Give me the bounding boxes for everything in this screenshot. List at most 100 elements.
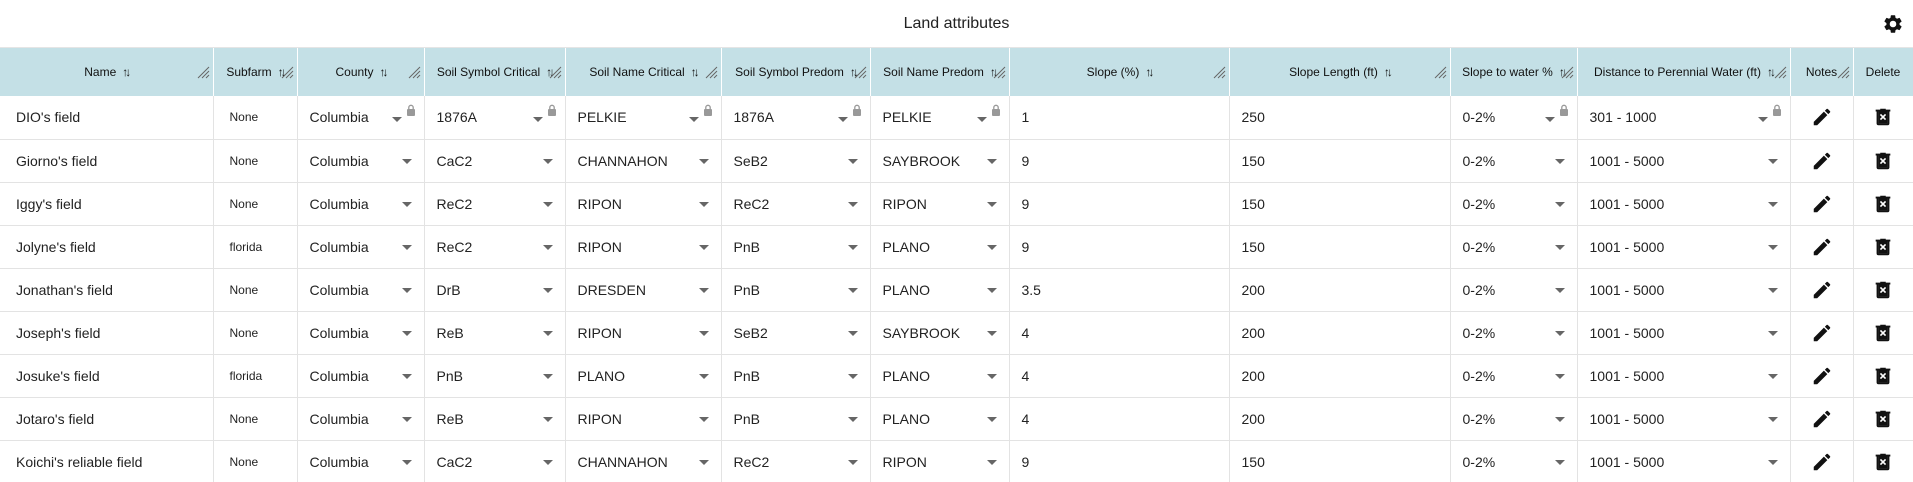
soil-name-predom-select[interactable]: PLANO [870,397,1010,441]
notes-button[interactable] [1790,225,1854,269]
slope-to-water-select[interactable]: 0-2% [1450,139,1578,183]
chevron-down-icon[interactable] [1554,373,1565,379]
chevron-down-icon[interactable] [837,117,848,123]
chevron-down-icon[interactable] [1767,330,1778,336]
chevron-down-icon[interactable] [542,373,553,379]
slope-input[interactable]: 1 [1009,96,1230,140]
soil-symbol-predom-select[interactable]: SeB2 [721,311,871,355]
pencil-icon[interactable] [1811,451,1833,473]
trash-x-icon[interactable] [1872,408,1894,430]
chevron-down-icon[interactable] [1554,158,1565,164]
chevron-down-icon[interactable] [986,416,997,422]
pencil-icon[interactable] [1811,106,1833,128]
chevron-down-icon[interactable] [1554,201,1565,207]
distance-to-water-select[interactable]: 1001 - 5000 [1577,311,1791,355]
distance-to-water-select[interactable]: 1001 - 5000 [1577,268,1791,312]
chevron-down-icon[interactable] [976,117,987,123]
column-resize-icon[interactable] [853,65,867,79]
soil-symbol-predom-select[interactable]: PnB [721,354,871,398]
delete-button[interactable] [1853,139,1913,183]
pencil-icon[interactable] [1811,408,1833,430]
soil-name-predom-select[interactable]: RIPON [870,440,1010,482]
trash-x-icon[interactable] [1872,322,1894,344]
slope-input[interactable]: 9 [1009,225,1230,269]
gear-icon[interactable] [1881,12,1905,36]
soil-name-critical-select[interactable]: CHANNAHON [565,440,722,482]
chevron-down-icon[interactable] [401,330,412,336]
slope-length-input[interactable]: 150 [1229,139,1451,183]
column-resize-icon[interactable] [1836,65,1850,79]
trash-x-icon[interactable] [1872,106,1894,128]
column-header-slope[interactable]: Slope (%) ↑↓ [1009,48,1230,96]
soil-name-critical-select[interactable]: DRESDEN [565,268,722,312]
column-resize-icon[interactable] [1773,65,1787,79]
chevron-down-icon[interactable] [847,330,858,336]
chevron-down-icon[interactable] [401,373,412,379]
chevron-down-icon[interactable] [698,416,709,422]
chevron-down-icon[interactable] [542,201,553,207]
soil-name-predom-select[interactable]: PLANO [870,268,1010,312]
notes-button[interactable] [1790,268,1854,312]
trash-x-icon[interactable] [1872,279,1894,301]
chevron-down-icon[interactable] [698,201,709,207]
column-resize-icon[interactable] [704,65,718,79]
slope-length-input[interactable]: 200 [1229,354,1451,398]
slope-to-water-select[interactable]: 0-2% [1450,354,1578,398]
column-header-notes[interactable]: Notes [1790,48,1854,96]
pencil-icon[interactable] [1811,236,1833,258]
slope-length-input[interactable]: 250 [1229,96,1451,140]
column-resize-icon[interactable] [407,65,421,79]
chevron-down-icon[interactable] [542,287,553,293]
column-resize-icon[interactable] [196,65,210,79]
soil-name-predom-select[interactable]: RIPON [870,182,1010,226]
slope-to-water-select[interactable]: 0-2% [1450,225,1578,269]
soil-symbol-critical-select[interactable]: ReB [424,397,566,441]
column-resize-icon[interactable] [1433,65,1447,79]
soil-name-critical-select[interactable]: PLANO [565,354,722,398]
slope-input[interactable]: 3.5 [1009,268,1230,312]
soil-name-predom-select[interactable]: PLANO [870,354,1010,398]
column-header-subfarm[interactable]: Subfarm ↑↓ [213,48,298,96]
chevron-down-icon[interactable] [1767,416,1778,422]
soil-name-predom-select[interactable]: SAYBROOK [870,311,1010,355]
county-select[interactable]: Columbia [297,139,425,183]
column-header-soil-name-predom[interactable]: Soil Name Predom ↑↓ [870,48,1010,96]
pencil-icon[interactable] [1811,365,1833,387]
chevron-down-icon[interactable] [401,459,412,465]
chevron-down-icon[interactable] [391,117,402,123]
delete-button[interactable] [1853,268,1913,312]
chevron-down-icon[interactable] [1767,287,1778,293]
slope-to-water-select[interactable]: 0-2% [1450,440,1578,482]
soil-name-critical-select[interactable]: RIPON [565,225,722,269]
chevron-down-icon[interactable] [1767,373,1778,379]
sort-arrows-icon[interactable]: ↑↓ [122,65,131,79]
chevron-down-icon[interactable] [1767,244,1778,250]
pencil-icon[interactable] [1811,322,1833,344]
delete-button[interactable] [1853,397,1913,441]
chevron-down-icon[interactable] [542,158,553,164]
soil-symbol-critical-select[interactable]: ReB [424,311,566,355]
soil-symbol-critical-select[interactable]: ReC2 [424,225,566,269]
delete-button[interactable] [1853,182,1913,226]
chevron-down-icon[interactable] [1554,330,1565,336]
slope-to-water-select[interactable]: 0-2% [1450,397,1578,441]
slope-to-water-select[interactable]: 0-2% [1450,182,1578,226]
soil-symbol-critical-select[interactable]: DrB [424,268,566,312]
notes-button[interactable] [1790,354,1854,398]
soil-name-critical-select[interactable]: CHANNAHON [565,139,722,183]
chevron-down-icon[interactable] [986,330,997,336]
distance-to-water-select[interactable]: 1001 - 5000 [1577,182,1791,226]
column-header-soil-name-critical[interactable]: Soil Name Critical ↑↓ [565,48,722,96]
slope-input[interactable]: 4 [1009,354,1230,398]
soil-symbol-critical-select[interactable]: 1876A [424,96,566,140]
chevron-down-icon[interactable] [986,287,997,293]
chevron-down-icon[interactable] [698,459,709,465]
chevron-down-icon[interactable] [1554,287,1565,293]
distance-to-water-select[interactable]: 301 - 1000 [1577,96,1791,140]
soil-name-predom-select[interactable]: SAYBROOK [870,139,1010,183]
chevron-down-icon[interactable] [986,158,997,164]
pencil-icon[interactable] [1811,279,1833,301]
chevron-down-icon[interactable] [847,158,858,164]
chevron-down-icon[interactable] [698,158,709,164]
chevron-down-icon[interactable] [1554,416,1565,422]
